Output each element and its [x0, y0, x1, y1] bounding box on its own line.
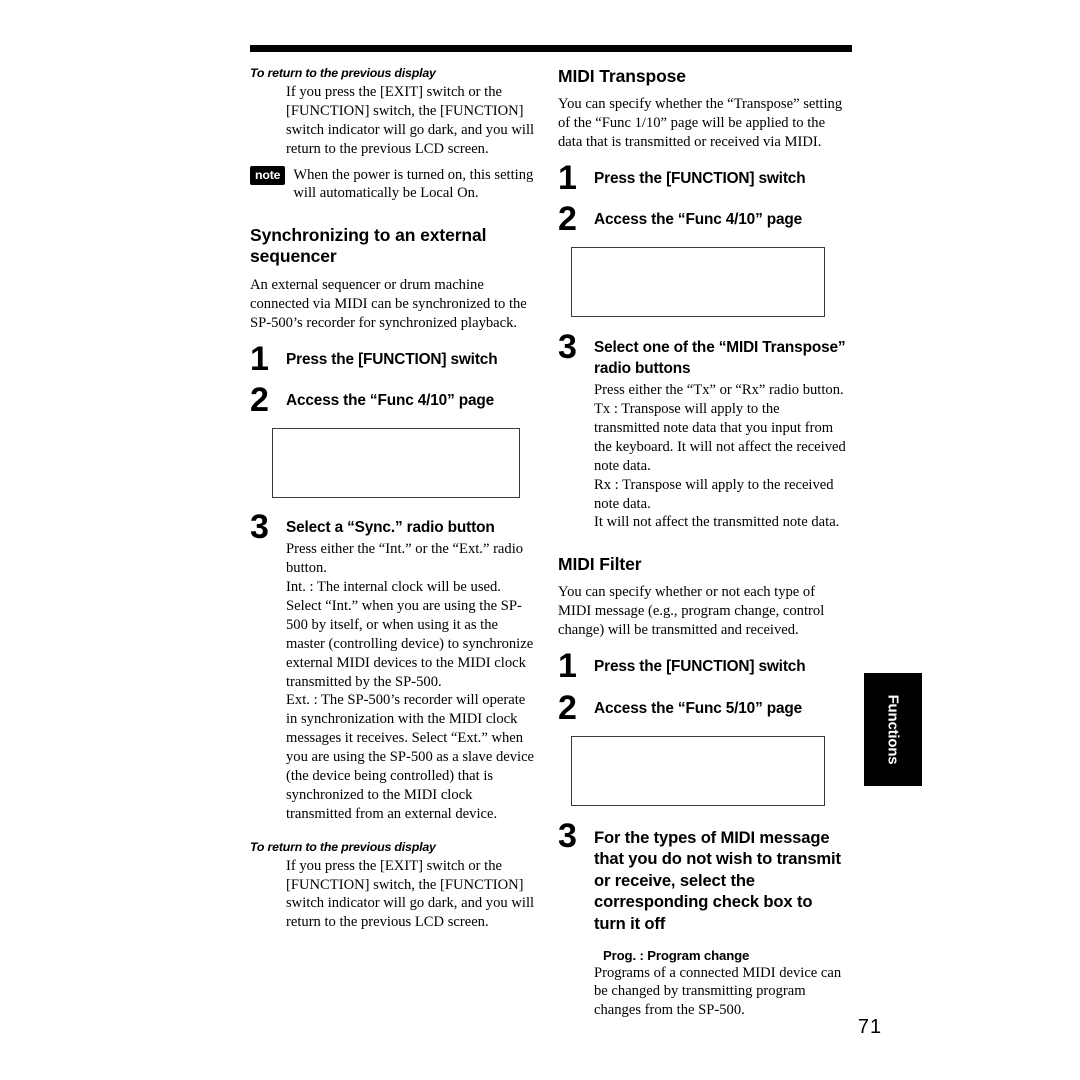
step-number: 1: [558, 646, 577, 685]
step-definition-ext: Ext. : The SP-500’s recorder will operat…: [286, 692, 535, 822]
left-column: To return to the previous display If you…: [250, 66, 540, 932]
step-sync-2: 2 Access the “Func 4/10” page: [250, 381, 540, 420]
step-number: 2: [558, 688, 577, 727]
return-to-previous-display-text: If you press the [EXIT] switch or the [F…: [286, 857, 535, 931]
step-content: Press the [FUNCTION] switch: [594, 166, 848, 190]
lcd-screen-placeholder-transpose: [571, 247, 825, 318]
step-title: Select one of the “MIDI Transpose” radio…: [594, 339, 846, 378]
section-intro-midi-filter: You can specify whether or not each type…: [558, 584, 825, 638]
step-content: Select one of the “MIDI Transpose” radio…: [594, 335, 848, 532]
return-to-previous-display-text-wrap: If you press the [EXIT] switch or the [F…: [286, 857, 540, 933]
step-subbody-prog: Programs of a connected MIDI device can …: [594, 964, 842, 1019]
step-title: For the types of MIDI message that you d…: [594, 827, 841, 933]
note-badge-icon: note: [250, 165, 286, 185]
manual-page: To return to the previous display If you…: [0, 0, 1080, 1080]
step-definition-tx: Tx : Transpose will apply to the transmi…: [594, 401, 846, 474]
step-content: Press the [FUNCTION] switch: [594, 654, 848, 678]
return-to-previous-display-subhead: To return to the previous display: [250, 839, 436, 854]
step-number: 1: [250, 339, 269, 378]
return-to-previous-display-text-wrap: If you press the [EXIT] switch or the [F…: [286, 83, 540, 159]
step-title: Press the [FUNCTION] switch: [594, 169, 806, 187]
step-number: 3: [558, 816, 577, 855]
step-filter-1: 1 Press the [FUNCTION] switch: [558, 646, 848, 685]
return-to-previous-display-block-top: To return to the previous display If you…: [250, 66, 540, 159]
section-title-midi-filter: MIDI Filter: [558, 554, 642, 575]
note-callout: note When the power is turned on, this s…: [250, 165, 540, 204]
note-callout-text: When the power is turned on, this settin…: [293, 166, 534, 202]
step-title: Access the “Func 5/10” page: [594, 699, 803, 717]
section-intro-midi-transpose: You can specify whether the “Transpose” …: [558, 95, 843, 150]
right-column: MIDI Transpose You can specify whether t…: [558, 66, 848, 1020]
step-detail: Press either the “Tx” or “Rx” radio butt…: [594, 381, 848, 532]
step-detail-intro: Press either the “Int.” or the “Ext.” ra…: [286, 541, 524, 577]
return-to-previous-display-block-bottom: To return to the previous display If you…: [250, 840, 540, 933]
step-definition-rx-note: It will not affect the transmitted note …: [594, 514, 840, 531]
step-content: Access the “Func 4/10” page: [594, 207, 848, 231]
step-sync-1: 1 Press the [FUNCTION] switch: [250, 339, 540, 378]
header-rule: [250, 45, 852, 52]
step-subhead-prog: Prog. : Program change: [603, 947, 750, 963]
step-number: 2: [558, 200, 577, 239]
step-number: 1: [558, 158, 577, 197]
section-title-synchronizing: Synchronizing to an external sequencer: [250, 225, 487, 266]
step-filter-2: 2 Access the “Func 5/10” page: [558, 688, 848, 727]
step-number: 3: [250, 508, 269, 547]
step-detail-intro: Press either the “Tx” or “Rx” radio butt…: [594, 382, 844, 399]
step-sync-3: 3 Select a “Sync.” radio button Press ei…: [250, 508, 540, 823]
step-filter-3: 3 For the types of MIDI message that you…: [558, 816, 848, 1020]
return-to-previous-display-subhead: To return to the previous display: [250, 66, 436, 80]
step-transpose-3: 3 Select one of the “MIDI Transpose” rad…: [558, 328, 848, 532]
page-number: 71: [857, 1016, 883, 1038]
step-transpose-2: 2 Access the “Func 4/10” page: [558, 200, 848, 239]
step-content: Select a “Sync.” radio button Press eith…: [286, 515, 540, 823]
step-title: Select a “Sync.” radio button: [286, 519, 495, 537]
step-content: Access the “Func 4/10” page: [286, 388, 540, 412]
step-number: 2: [250, 381, 269, 420]
step-definition-int: Int. : The internal clock will be used. …: [286, 579, 534, 690]
section-intro-synchronizing: An external sequencer or drum machine co…: [250, 276, 527, 331]
step-content: Access the “Func 5/10” page: [594, 696, 848, 720]
step-content: For the types of MIDI message that you d…: [594, 824, 848, 1020]
step-title: Press the [FUNCTION] switch: [594, 657, 806, 675]
step-title: Access the “Func 4/10” page: [594, 211, 803, 229]
return-to-previous-display-text: If you press the [EXIT] switch or the [F…: [286, 84, 535, 157]
step-number: 3: [558, 328, 577, 367]
step-definition-rx: Rx : Transpose will apply to the receive…: [594, 476, 834, 512]
step-content: Press the [FUNCTION] switch: [286, 347, 540, 371]
lcd-screen-placeholder-sync: [272, 428, 520, 499]
section-title-midi-transpose: MIDI Transpose: [558, 66, 686, 86]
step-detail: Press either the “Int.” or the “Ext.” ra…: [286, 540, 540, 823]
step-title: Access the “Func 4/10” page: [286, 392, 495, 410]
side-tab-label: Functions: [884, 694, 902, 764]
section-side-tab-functions: Functions: [864, 673, 922, 786]
step-transpose-1: 1 Press the [FUNCTION] switch: [558, 158, 848, 197]
lcd-screen-placeholder-filter: [571, 735, 825, 806]
step-title: Press the [FUNCTION] switch: [286, 350, 498, 368]
